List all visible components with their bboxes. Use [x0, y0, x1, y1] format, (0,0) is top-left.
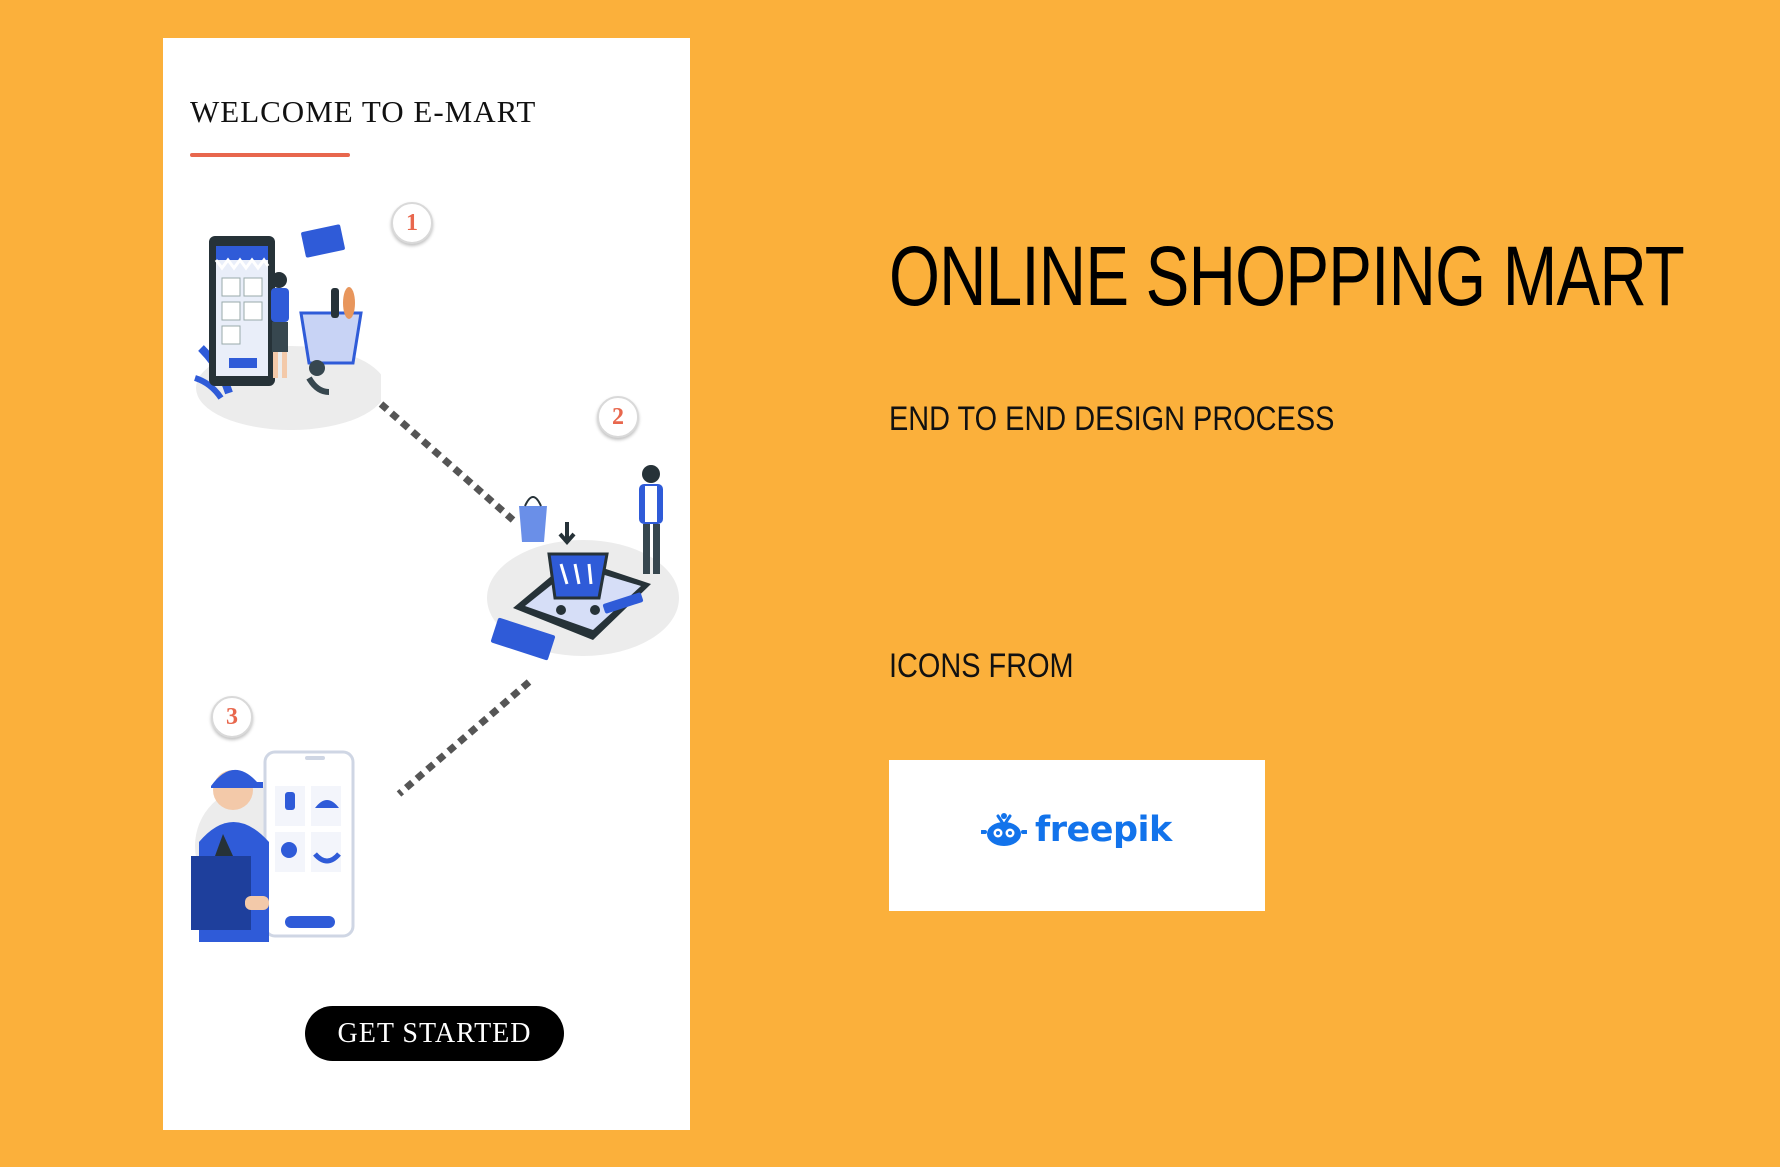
step-badge-2: 2: [597, 396, 639, 438]
step-badge-3: 3: [211, 696, 253, 738]
project-title: ONLINE SHOPPING MART: [889, 229, 1685, 323]
step-badge-1: 1: [391, 202, 433, 244]
phone-screen: WELCOME TO E-MART 1 2 3 GET STARTED: [163, 38, 690, 1130]
freepik-logo: freepik: [981, 810, 1172, 850]
freepik-wordmark: freepik: [1035, 810, 1172, 850]
project-subtitle: END TO END DESIGN PROCESS: [889, 400, 1335, 438]
freepik-logo-icon: [981, 813, 1027, 846]
icons-credit-label: ICONS FROM: [889, 647, 1074, 685]
freepik-logo-card: freepik: [889, 760, 1265, 911]
connector-2-3: [396, 679, 532, 797]
delivery-man-illustration: [191, 750, 355, 942]
shopping-cart-illustration: [487, 465, 679, 661]
get-started-button[interactable]: GET STARTED: [305, 1006, 564, 1061]
online-store-illustration: [194, 224, 381, 430]
